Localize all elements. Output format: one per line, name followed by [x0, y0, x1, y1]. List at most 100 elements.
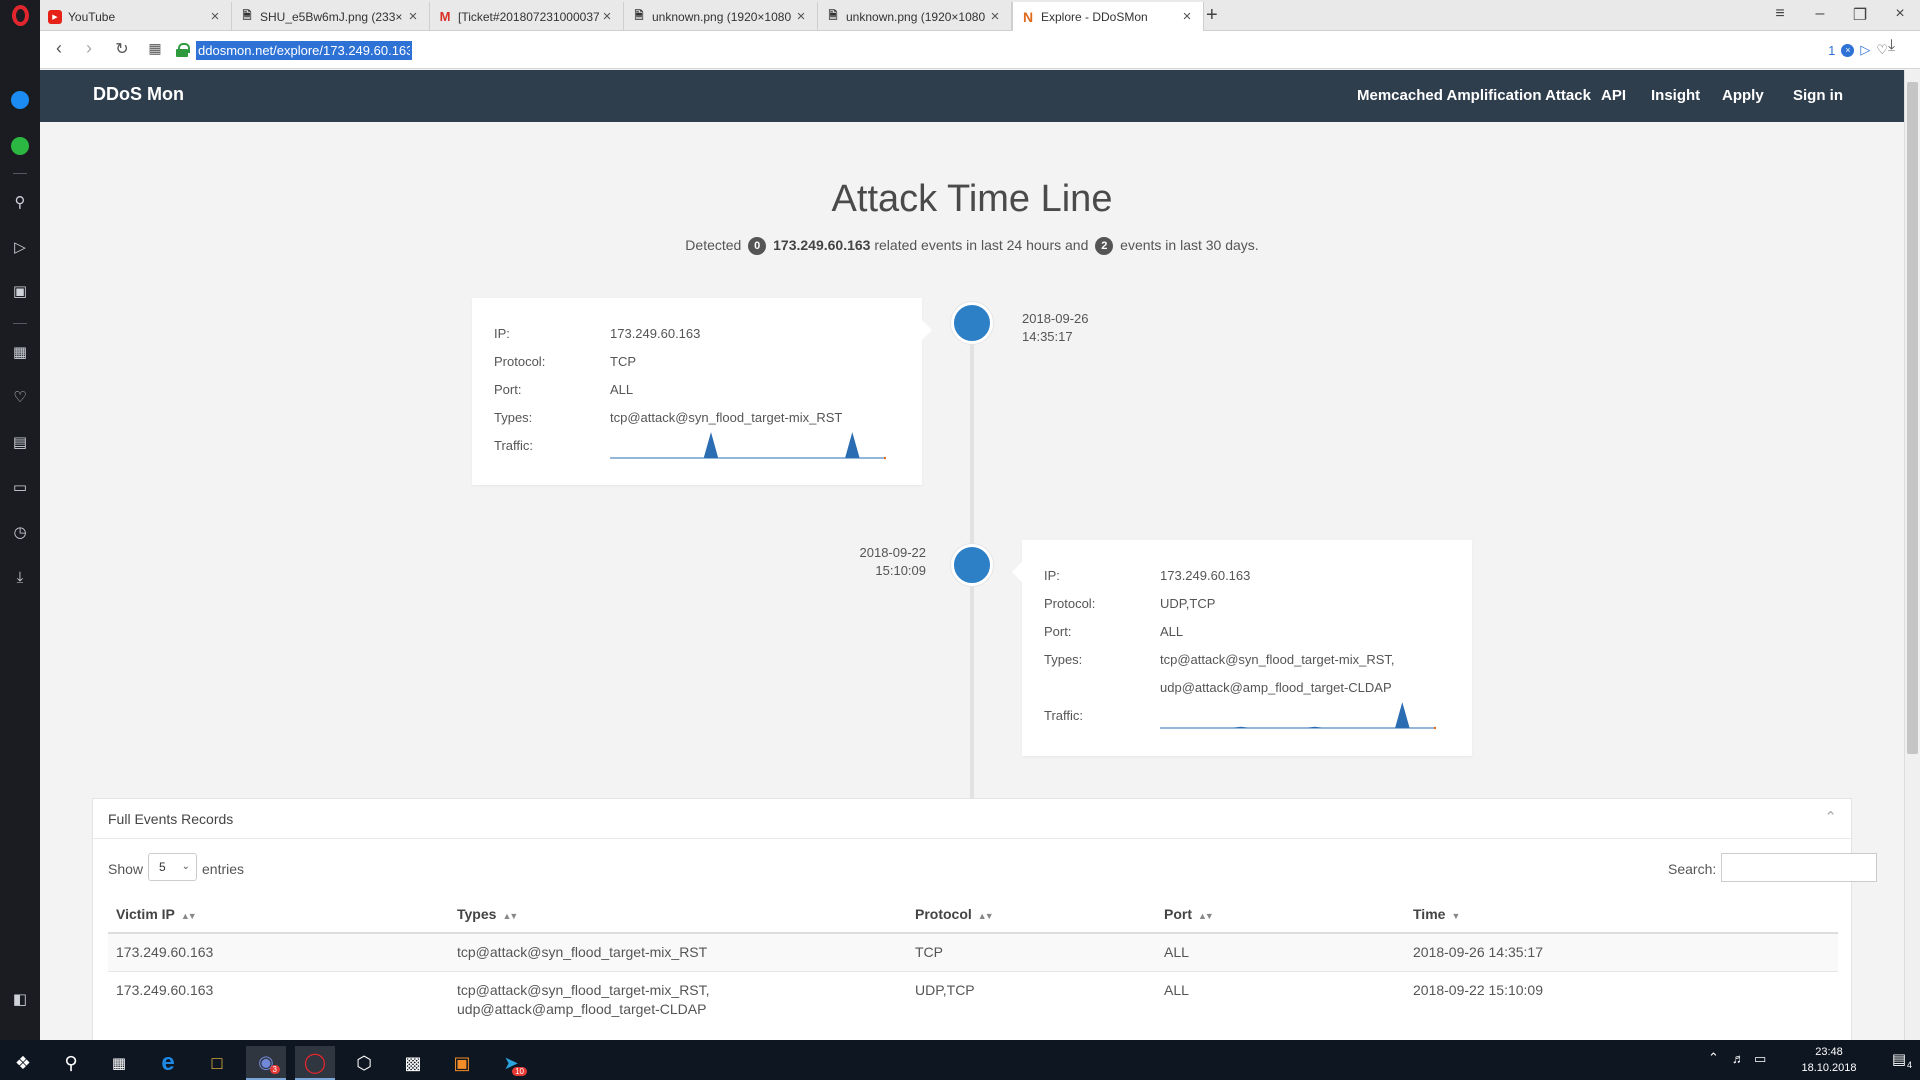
edge-icon[interactable]: e: [148, 1046, 188, 1080]
col-victim-ip[interactable]: Victim IP ▲▼: [108, 895, 449, 934]
table-header-row: Victim IP ▲▼ Types ▲▼ Protocol ▲▼ Port ▲▼ Ti…: [108, 895, 1838, 934]
count-24h-badge: 0: [748, 237, 767, 255]
chevron-down-icon: ⌄: [181, 861, 190, 872]
browser-tab-gmail[interactable]: M [Ticket#201807231000037 ×: [430, 2, 624, 31]
speed-dial-icon[interactable]: ▦: [9, 341, 31, 363]
page-scrollbar[interactable]: [1904, 70, 1920, 1040]
task-view-icon[interactable]: ▦: [99, 1046, 139, 1080]
browser-tab-ddosmon[interactable]: N Explore - DDoSMon ×: [1012, 2, 1204, 31]
virtualbox-icon[interactable]: ⬡: [344, 1046, 384, 1080]
chevron-up-icon[interactable]: ⌃: [1824, 808, 1837, 826]
traffic-sparkline: [610, 432, 886, 460]
tabs-icon[interactable]: ▭: [9, 476, 31, 498]
heart-icon[interactable]: ♡: [9, 386, 31, 408]
scrollbar-thumb[interactable]: [1907, 82, 1918, 754]
sidebar-toggle-icon[interactable]: ◧: [9, 988, 31, 1010]
close-icon[interactable]: ×: [207, 8, 223, 25]
lock-icon[interactable]: [176, 43, 190, 57]
col-types[interactable]: Types ▲▼: [449, 895, 907, 934]
camera-icon[interactable]: ▣: [9, 280, 31, 302]
adblock-count: 1: [1828, 42, 1836, 58]
opera-menu-button[interactable]: [0, 0, 40, 31]
event-port: ALL: [1160, 624, 1184, 639]
minimize-button[interactable]: –: [1809, 5, 1831, 23]
site-brand[interactable]: DDoS Mon: [93, 84, 184, 105]
close-icon[interactable]: ×: [1179, 8, 1195, 25]
new-tab-button[interactable]: +: [1206, 4, 1218, 27]
event-type: udp@attack@amp_flood_target-CLDAP: [1160, 680, 1392, 695]
url-input[interactable]: [196, 40, 412, 60]
history-icon[interactable]: ◷: [9, 521, 31, 543]
event-protocol: TCP: [610, 354, 636, 369]
browser-tab-image-1[interactable]: 🗎 SHU_e5Bw6mJ.png (233× ×: [232, 2, 430, 31]
bookmark-heart-icon[interactable]: ♡: [1876, 42, 1888, 58]
cell-protocol: TCP: [907, 932, 1156, 972]
speed-dial-icon[interactable]: ▦: [144, 40, 166, 57]
col-protocol[interactable]: Protocol ▲▼: [907, 895, 1156, 934]
messenger-icon[interactable]: [9, 89, 31, 111]
nav-api[interactable]: API: [1601, 87, 1626, 104]
forward-button[interactable]: ›: [78, 38, 100, 59]
whatsapp-icon[interactable]: [9, 135, 31, 157]
volume-icon[interactable]: ♬: [1732, 1051, 1745, 1066]
downloads-icon[interactable]: ⤓: [1888, 37, 1895, 55]
clock-time: 23:48: [1815, 1046, 1843, 1058]
browser-tab-image-3[interactable]: 🗎 unknown.png (1920×1080 ×: [818, 2, 1012, 31]
cell-time: 2018-09-26 14:35:17: [1405, 932, 1838, 972]
send-icon[interactable]: ▷: [1860, 42, 1870, 58]
send-icon[interactable]: ▷: [9, 236, 31, 258]
close-icon[interactable]: ×: [599, 8, 615, 25]
url-field-wrapper: 1 × ▷ ♡: [176, 38, 1888, 62]
network-icon[interactable]: ▭: [1754, 1051, 1766, 1067]
opera-icon[interactable]: ◯: [295, 1046, 335, 1080]
tab-menu-icon[interactable]: ≡: [1769, 5, 1791, 23]
browser-tab-youtube[interactable]: ▶ YouTube ×: [40, 2, 232, 31]
adblock-icon[interactable]: ×: [1841, 43, 1855, 57]
label-types: Types:: [1044, 652, 1083, 667]
discord-icon[interactable]: ◉ 3: [246, 1046, 286, 1080]
back-button[interactable]: ‹: [48, 38, 70, 59]
label-port: Port:: [1044, 624, 1072, 639]
close-window-button[interactable]: ×: [1889, 5, 1911, 23]
windows-start-icon[interactable]: ❖: [3, 1046, 43, 1080]
close-icon[interactable]: ×: [987, 8, 1003, 25]
reload-button[interactable]: ↻: [111, 39, 133, 59]
close-icon[interactable]: ×: [405, 8, 421, 25]
summary-suffix: events in last 30 days.: [1120, 237, 1259, 253]
restore-button[interactable]: ❐: [1849, 5, 1871, 25]
telegram-icon[interactable]: ➤ 10: [491, 1046, 531, 1080]
file-icon: 🗎: [242, 10, 252, 22]
nav-insight[interactable]: Insight: [1651, 87, 1700, 104]
download-icon[interactable]: ⤓: [9, 566, 31, 588]
timeline-dot: [951, 544, 993, 586]
cell-time: 2018-09-22 15:10:09: [1405, 971, 1838, 1028]
search-input[interactable]: [1721, 853, 1877, 882]
search-icon[interactable]: ⚲: [51, 1046, 91, 1080]
label-ip: IP:: [1044, 568, 1060, 583]
search-icon[interactable]: ⚲: [9, 191, 31, 213]
taskbar-clock[interactable]: 23:48 18.10.2018: [1794, 1044, 1864, 1076]
event-date: 2018-09-22 15:10:09: [800, 544, 927, 580]
tray-chevron-icon[interactable]: ⌃: [1708, 1050, 1719, 1066]
summary-prefix: Detected: [685, 237, 742, 253]
type-line: udp@attack@amp_flood_target-CLDAP: [457, 1001, 707, 1017]
tab-title: [Ticket#201807231000037: [458, 9, 599, 24]
news-icon[interactable]: ▤: [9, 431, 31, 453]
sublime-text-icon[interactable]: ▣: [442, 1046, 482, 1080]
notification-center-icon[interactable]: ▤: [1892, 1050, 1906, 1068]
col-time[interactable]: Time ▼: [1405, 895, 1838, 934]
tab-title: unknown.png (1920×1080: [846, 9, 986, 24]
network-app-icon[interactable]: ▩: [393, 1046, 433, 1080]
nav-sign-in[interactable]: Sign in: [1793, 87, 1843, 104]
browser-tab-image-2[interactable]: 🗎 unknown.png (1920×1080 ×: [624, 2, 818, 31]
traffic-area: [1160, 702, 1436, 729]
nav-memcached[interactable]: Memcached Amplification Attack: [1357, 87, 1591, 104]
col-port[interactable]: Port ▲▼: [1156, 895, 1405, 934]
label-ip: IP:: [494, 326, 510, 341]
cell-port: ALL: [1156, 932, 1405, 972]
close-icon[interactable]: ×: [793, 8, 809, 25]
nav-apply[interactable]: Apply: [1722, 87, 1764, 104]
entries-select[interactable]: 5 ⌄: [148, 853, 197, 881]
file-explorer-icon[interactable]: □: [197, 1046, 237, 1080]
search-label: Search:: [1668, 861, 1717, 877]
